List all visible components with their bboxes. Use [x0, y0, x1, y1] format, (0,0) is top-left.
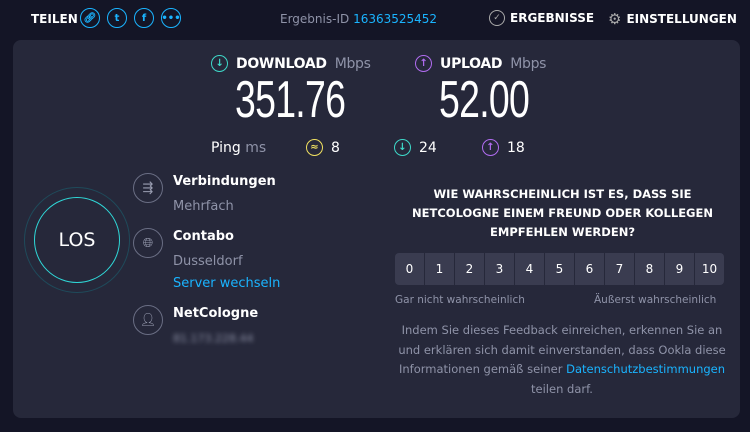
settings-label: EINSTELLUNGEN	[626, 12, 737, 26]
go-label: LOS	[58, 229, 96, 251]
ping-icon: ≈	[306, 139, 323, 156]
check-circle-icon: ✓	[489, 10, 505, 26]
ping-text: Ping	[211, 140, 241, 156]
download-arrow-icon: ↓	[211, 55, 228, 72]
provider-name: NetCologne	[173, 306, 259, 321]
facebook-icon[interactable]: f	[134, 8, 154, 28]
results-button[interactable]: ✓ ERGEBNISSE	[489, 10, 594, 26]
download-arrow-icon: ↓	[394, 139, 411, 156]
rating-option-2[interactable]: 2	[455, 253, 484, 285]
download-value: 351.76	[235, 71, 346, 129]
rating-option-3[interactable]: 3	[485, 253, 514, 285]
high-label: Äußerst wahrscheinlich	[594, 294, 717, 306]
result-id-label: Ergebnis-ID	[280, 12, 350, 26]
user-icon: 👤︎	[133, 305, 163, 335]
disclaimer: Indem Sie dieses Feedback einreichen, er…	[392, 321, 732, 399]
rating-option-4[interactable]: 4	[515, 253, 544, 285]
upload-value: 52.00	[439, 71, 530, 129]
connections-icon: ⇶	[133, 173, 163, 203]
results-label: ERGEBNISSE	[510, 11, 595, 25]
upload-arrow-icon: ↑	[415, 55, 432, 72]
privacy-link[interactable]: Datenschutzbestimmungen	[566, 362, 725, 376]
rating-option-6[interactable]: 6	[575, 253, 604, 285]
upload-arrow-icon: ↑	[482, 139, 499, 156]
survey-question: WIE WAHRSCHEINLICH IST ES, DASS SIE NETC…	[412, 187, 713, 239]
disclaimer-end: teilen darf.	[531, 381, 593, 396]
link-icon[interactable]: 🔗︎	[80, 8, 100, 28]
low-label: Gar nicht wahrscheinlich	[395, 294, 525, 306]
ping-upload: ↑ 18	[482, 139, 525, 156]
ping-download: ↓ 24	[394, 139, 437, 156]
server-location: Dusseldorf	[173, 254, 243, 269]
provider-ip: 81.173.228.44	[173, 332, 254, 345]
globe-icon: 🌐︎	[133, 228, 163, 258]
share-buttons: 🔗︎ t f •••	[80, 8, 181, 28]
gear-icon: ⚙	[608, 10, 622, 28]
ping-label: Ping ms	[211, 140, 266, 156]
rating-option-10[interactable]: 10	[695, 253, 724, 285]
rating-option-7[interactable]: 7	[605, 253, 634, 285]
change-server-link[interactable]: Server wechseln	[173, 276, 280, 291]
ping-upload-value: 18	[507, 139, 525, 156]
ping-download-value: 24	[419, 139, 437, 156]
result-id: Ergebnis-ID 16363525452	[280, 12, 437, 26]
ping-idle-value: 8	[331, 139, 340, 156]
ping-idle: ≈8	[306, 139, 340, 156]
rating-option-0[interactable]: 0	[395, 253, 424, 285]
twitter-icon[interactable]: t	[107, 8, 127, 28]
go-button[interactable]: LOS	[34, 197, 120, 283]
rating-option-8[interactable]: 8	[635, 253, 664, 285]
ping-unit: ms	[245, 140, 267, 156]
connections-title: Verbindungen	[173, 174, 276, 189]
rating-scale: 0 1 2 3 4 5 6 7 8 9 10	[395, 253, 724, 285]
rating-option-5[interactable]: 5	[545, 253, 574, 285]
more-icon[interactable]: •••	[161, 8, 181, 28]
share-label: TEILEN	[31, 12, 78, 26]
result-id-link[interactable]: 16363525452	[353, 12, 437, 26]
rating-option-9[interactable]: 9	[665, 253, 694, 285]
rating-option-1[interactable]: 1	[425, 253, 454, 285]
server-name: Contabo	[173, 229, 234, 244]
connections-value: Mehrfach	[173, 199, 234, 214]
settings-button[interactable]: ⚙ EINSTELLUNGEN	[608, 10, 737, 28]
